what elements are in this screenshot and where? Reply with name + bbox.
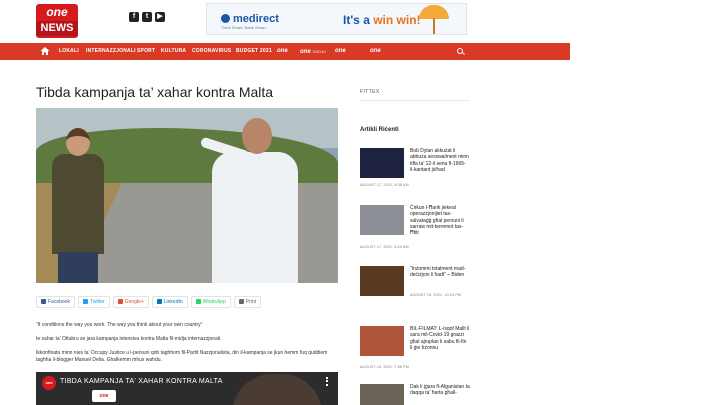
social-links: f t ▶ xyxy=(129,12,165,22)
twitter-icon[interactable]: t xyxy=(142,12,152,22)
print-icon xyxy=(238,299,244,304)
google-plus-icon xyxy=(117,299,123,304)
channel-sub: RADJU xyxy=(312,49,327,54)
recent-article-title[interactable]: Bob Dylan akkużat li abbuża sesswalment … xyxy=(410,148,470,173)
recent-article-title[interactable]: Ċirkun l-Ħarik jiekeal operazzjonijiet t… xyxy=(410,205,470,236)
facebook-icon xyxy=(41,299,46,304)
recent-article-date: AUGUST 16, 2021, 10:24 PM xyxy=(410,293,462,297)
share-label: Print xyxy=(245,299,257,305)
article-title: Tibda kampanja ta’ xahar kontra Malta xyxy=(36,84,274,100)
nav-channel-one-radju[interactable]: one RADJU xyxy=(300,47,326,56)
ad-slogan-start: It's a xyxy=(343,13,374,27)
nav-channel-one-tv[interactable]: one xyxy=(277,47,288,56)
article-thumbnail[interactable] xyxy=(360,326,404,356)
video-frame-figure xyxy=(232,374,322,405)
photo-person-right xyxy=(199,118,298,283)
share-label: Twitter xyxy=(89,299,105,305)
nav-item-kultura[interactable]: KULTURA xyxy=(161,48,186,54)
recent-article[interactable]: “Inżommi totalment mad-deċiżjoni li ħadt… xyxy=(360,266,470,318)
nav-item-sport[interactable]: SPORT xyxy=(137,48,155,54)
site-header: one NEWS f t ▶ medirect Think Smart, Ban… xyxy=(0,0,570,43)
main-nav: LOKALI INTERNAZZJONALI SPORT KULTURA COR… xyxy=(0,43,570,60)
recent-article[interactable]: Ċirkun l-Ħarik jiekeal operazzjonijiet t… xyxy=(360,205,470,257)
nav-item-coronavirus[interactable]: CORONAVIRUS xyxy=(192,48,231,54)
home-icon[interactable] xyxy=(40,46,50,56)
video-embed[interactable]: one TIBDA KAMPANJA TA' XAHAR KONTRA MALT… xyxy=(36,372,338,405)
share-twitter-button[interactable]: Twitter xyxy=(77,296,110,308)
youtube-icon[interactable]: ▶ xyxy=(155,12,165,22)
more-options-icon[interactable] xyxy=(326,377,328,386)
article-thumbnail[interactable] xyxy=(360,266,404,296)
ad-slogan: It's a win win! xyxy=(343,13,421,27)
share-label: Google+ xyxy=(124,299,144,305)
video-title[interactable]: TIBDA KAMPANJA TA' XAHAR KONTRA MALTA xyxy=(60,378,223,385)
recent-article-title[interactable]: “Inżommi totalment mad-deċiżjoni li ħadt… xyxy=(410,266,470,279)
share-google-button[interactable]: Google+ xyxy=(112,296,149,308)
nav-channel-one-extra[interactable]: one xyxy=(370,47,381,56)
nav-channel-one-news[interactable]: one xyxy=(335,47,346,56)
channel-label: one xyxy=(335,48,346,54)
person-body xyxy=(52,154,104,254)
article-paragraph: Ikkonfinata minn nies ta’ Occupy Justice… xyxy=(36,350,328,363)
share-label: WhatsApp xyxy=(202,299,226,305)
linkedin-icon xyxy=(156,299,162,304)
video-channel-logo: one xyxy=(42,376,56,390)
channel-label: one xyxy=(300,49,311,55)
photo-person-left xyxy=(52,128,104,283)
person-head xyxy=(242,118,272,154)
share-bar: Facebook Twitter Google+ LinkedIn WhatsA… xyxy=(36,296,262,308)
channel-label: one xyxy=(370,48,381,54)
article-thumbnail[interactable] xyxy=(360,384,404,405)
recent-article-date: AUGUST 16, 2021, 7:56 PM xyxy=(360,365,409,369)
logo-bottom-text: NEWS xyxy=(36,21,78,36)
site-logo[interactable]: one NEWS xyxy=(36,4,78,38)
share-label: LinkedIn xyxy=(163,299,183,305)
nav-item-internazzjonali[interactable]: INTERNAZZJONALI xyxy=(86,48,136,54)
recent-article-title[interactable]: BIL-FILMAT: L-isqof Mallt li sara mil-Co… xyxy=(410,326,470,351)
ad-slogan-accent: win win! xyxy=(373,13,421,27)
share-linkedin-button[interactable]: LinkedIn xyxy=(151,296,188,308)
recent-article[interactable]: BIL-FILMAT: L-isqof Mallt li sara mil-Co… xyxy=(360,326,470,378)
recent-article-title[interactable]: Dak li jġara fl-Afganistan ta daqqa ta’ … xyxy=(410,384,470,397)
divider xyxy=(360,100,470,101)
article-thumbnail[interactable] xyxy=(360,148,404,178)
ad-tagline: Think Smart, Bank Smart xyxy=(221,25,266,30)
share-print-button[interactable]: Print xyxy=(233,296,262,308)
nav-item-lokali[interactable]: LOKALI xyxy=(59,48,79,54)
search-icon[interactable] xyxy=(457,48,463,54)
banner-ad[interactable]: medirect Think Smart, Bank Smart It's a … xyxy=(206,3,467,35)
facebook-icon[interactable]: f xyxy=(129,12,139,22)
share-facebook-button[interactable]: Facebook xyxy=(36,296,75,308)
recent-article[interactable]: Dak li jġara fl-Afganistan ta daqqa ta’ … xyxy=(360,384,470,405)
recent-article-date: AUGUST 17, 2021, 8:24 AM xyxy=(360,245,409,249)
article-paragraph: Ie xahar ta’ Ottubru se jara kampanja in… xyxy=(36,336,222,342)
share-label: Facebook xyxy=(48,299,70,305)
share-whatsapp-button[interactable]: WhatsApp xyxy=(190,296,231,308)
umbrella-pole xyxy=(433,18,435,34)
article-paragraph: “It conditions the way you work. The way… xyxy=(36,322,203,328)
person-legs xyxy=(58,252,98,283)
twitter-icon xyxy=(82,299,88,304)
channel-label: one xyxy=(277,48,288,54)
umbrella-icon xyxy=(419,5,449,19)
nav-item-budget[interactable]: BUDGET 2021 xyxy=(236,48,272,54)
logo-top-text: one xyxy=(46,5,68,19)
person-head xyxy=(66,128,90,156)
recent-articles-heading: Artikli Riċenti xyxy=(360,127,399,133)
person-body xyxy=(212,152,298,283)
recent-article-date: AUGUST 17, 2021, 8:38 AM xyxy=(360,183,409,187)
whatsapp-icon xyxy=(195,299,201,304)
article-photo xyxy=(36,108,338,283)
ad-brand: medirect xyxy=(221,13,279,25)
recent-article[interactable]: Bob Dylan akkużat li abbuża sesswalment … xyxy=(360,148,470,200)
sidebar-search-label[interactable]: FITTEX xyxy=(360,89,380,95)
video-inset-logo: one xyxy=(92,390,116,402)
article-thumbnail[interactable] xyxy=(360,205,404,235)
